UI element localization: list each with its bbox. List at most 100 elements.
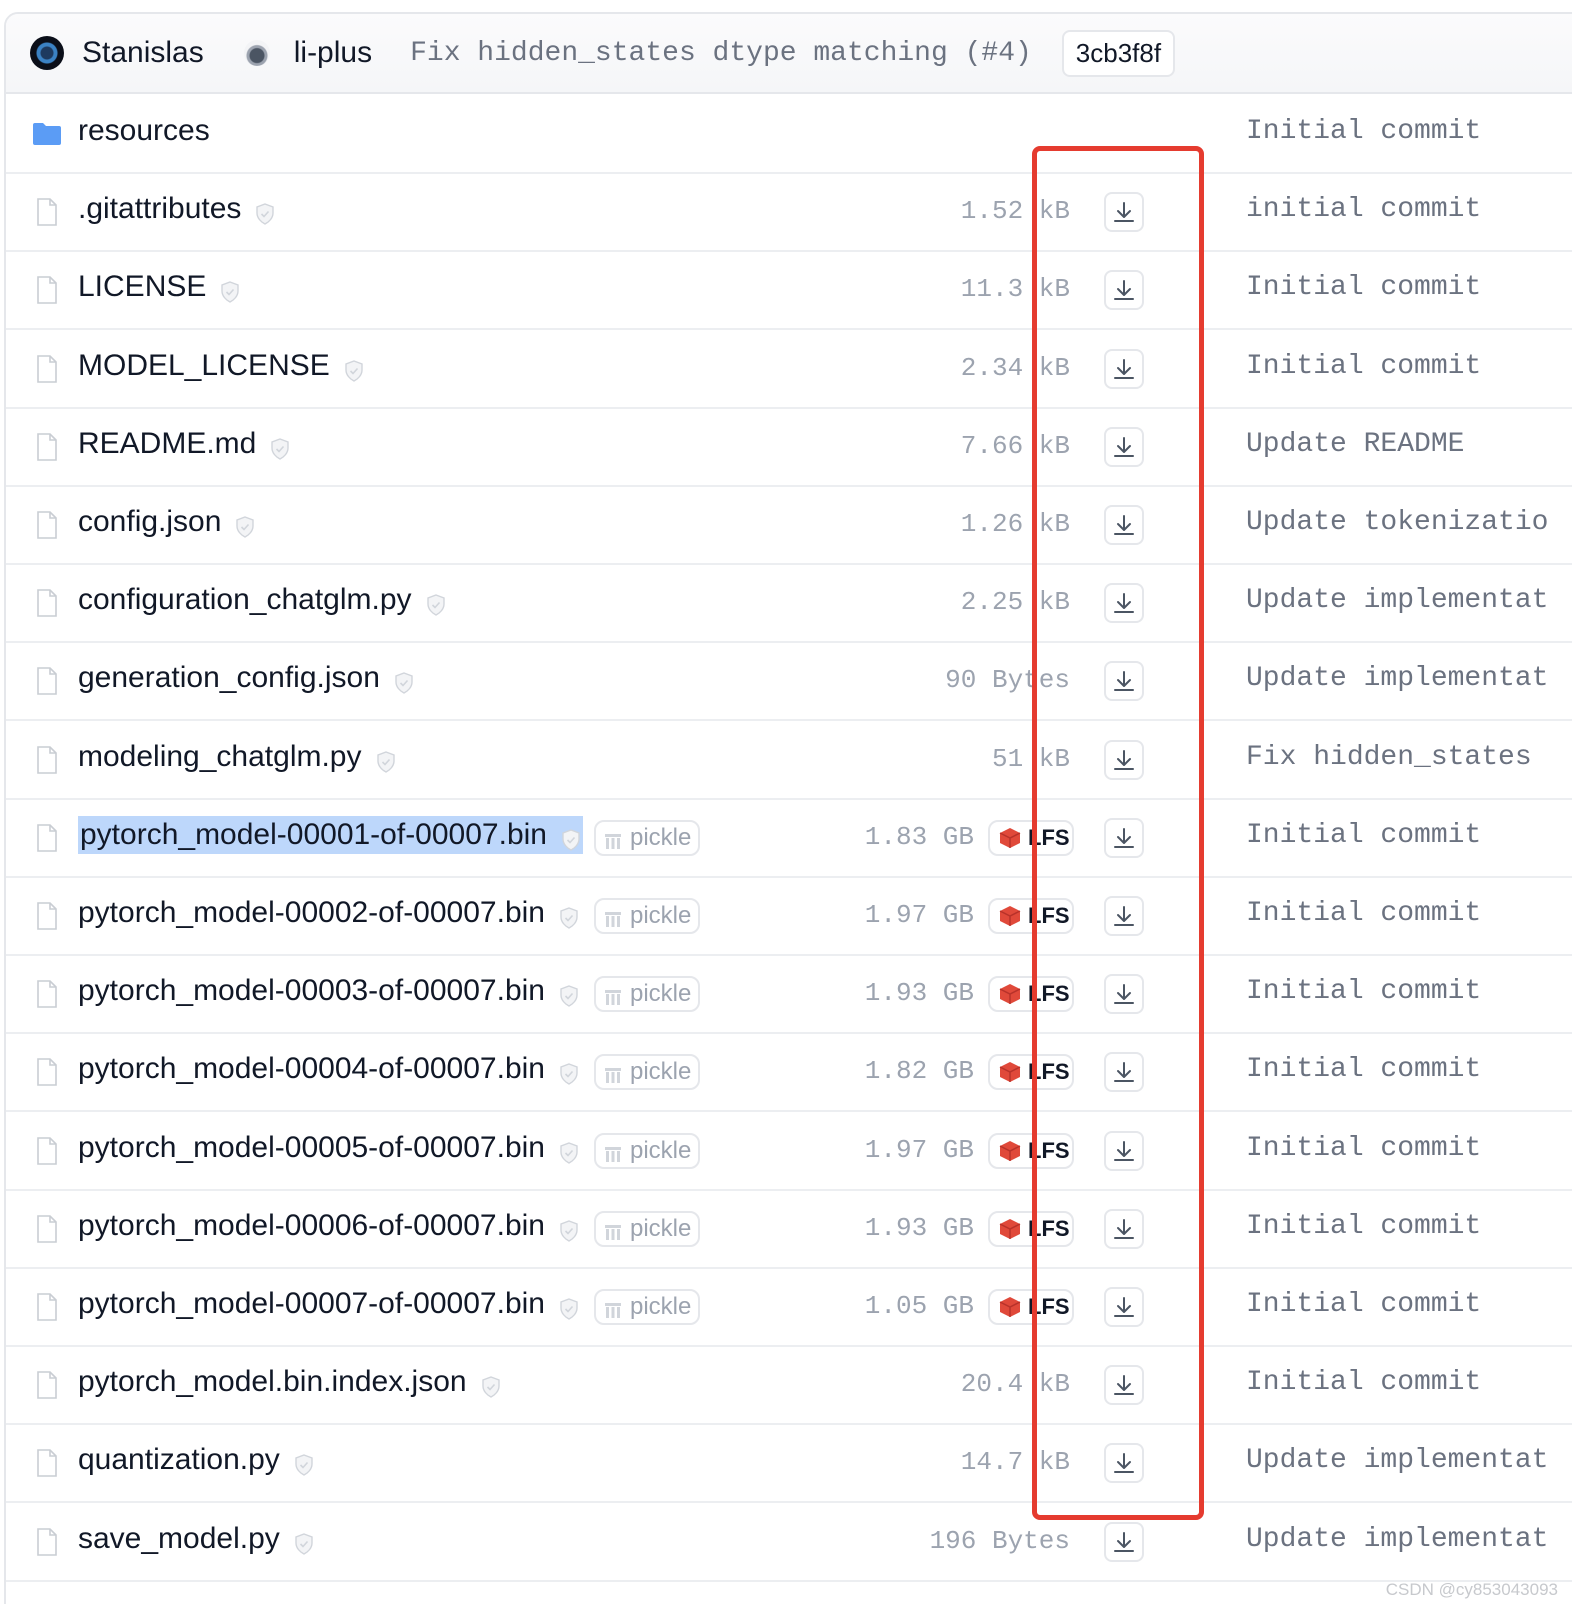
file-row[interactable]: pytorch_model-00002-of-00007.bin pickle 1.… — [6, 878, 1572, 956]
download-button[interactable] — [1104, 1208, 1144, 1249]
pickle-badge[interactable]: pickle — [594, 1289, 700, 1325]
file-row[interactable]: pytorch_model-00005-of-00007.bin pickle 1.… — [6, 1113, 1572, 1191]
last-commit-message-link[interactable]: Initial commit — [1246, 351, 1481, 382]
file-row[interactable]: README.md 7.66 kB Update README — [6, 409, 1572, 487]
last-commit-message-link[interactable]: Initial commit — [1246, 898, 1481, 929]
file-name-link[interactable]: quantization.py — [78, 1443, 314, 1477]
file-row[interactable]: save_model.py 196 Bytes Update implementat — [6, 1504, 1572, 1582]
file-name-link[interactable]: pytorch_model-00006-of-00007.bin — [78, 1209, 579, 1243]
lfs-badge[interactable]: LFS — [988, 976, 1074, 1013]
download-button[interactable] — [1104, 1052, 1144, 1093]
last-commit-message-link[interactable]: Initial commit — [1246, 1211, 1481, 1242]
last-commit-message-link[interactable]: Initial commit — [1246, 1133, 1481, 1164]
shield-check-icon[interactable] — [394, 668, 414, 695]
file-name-link[interactable]: modeling_chatglm.py — [78, 740, 396, 774]
folder-row[interactable]: resources Initial commit — [6, 96, 1572, 174]
download-button[interactable] — [1104, 817, 1144, 858]
last-commit-message-link[interactable]: Initial commit — [1246, 116, 1481, 147]
file-name-link[interactable]: pytorch_model-00003-of-00007.bin — [78, 974, 579, 1008]
file-row[interactable]: config.json 1.26 kB Update tokenizatio — [6, 487, 1572, 565]
pickle-badge[interactable]: pickle — [594, 898, 700, 934]
file-name-link[interactable]: pytorch_model.bin.index.json — [78, 1365, 501, 1399]
last-commit-message-link[interactable]: Initial commit — [1246, 1367, 1481, 1398]
file-row[interactable]: quantization.py 14.7 kB Update implementat — [6, 1425, 1572, 1504]
download-button[interactable] — [1104, 1130, 1144, 1171]
download-button[interactable] — [1104, 348, 1144, 389]
file-row[interactable]: pytorch_model-00001-of-00007.bin pickle 1.… — [6, 800, 1572, 878]
lfs-badge[interactable]: LFS — [988, 1210, 1074, 1247]
last-commit-message-link[interactable]: initial commit — [1246, 194, 1481, 225]
last-commit-message-link[interactable]: Fix hidden_states — [1246, 742, 1532, 773]
file-name-link[interactable]: MODEL_LICENSE — [78, 349, 364, 383]
pickle-badge[interactable]: pickle — [594, 1132, 700, 1169]
last-commit-message-link[interactable]: Update implementat — [1246, 1445, 1548, 1476]
shield-check-icon[interactable] — [235, 512, 255, 538]
file-row[interactable]: modeling_chatglm.py 51 kB Fix hidden_state… — [6, 722, 1572, 800]
shield-check-icon[interactable] — [426, 590, 446, 617]
file-name-link[interactable]: save_model.py — [78, 1522, 314, 1556]
shield-check-icon[interactable] — [481, 1372, 501, 1399]
shield-check-icon[interactable] — [559, 1138, 579, 1164]
download-button[interactable] — [1104, 739, 1144, 780]
download-button[interactable] — [1104, 583, 1144, 624]
download-button[interactable] — [1104, 1443, 1144, 1484]
shield-check-icon[interactable] — [561, 825, 581, 851]
download-button[interactable] — [1104, 896, 1144, 936]
pickle-badge[interactable]: pickle — [594, 1054, 700, 1091]
file-name-link[interactable]: LICENSE — [78, 270, 240, 304]
file-name-link[interactable]: pytorch_model-00004-of-00007.bin — [78, 1052, 579, 1086]
lfs-badge[interactable]: LFS — [988, 1132, 1074, 1169]
shield-check-icon[interactable] — [559, 1059, 579, 1086]
shield-check-icon[interactable] — [559, 903, 579, 929]
file-row[interactable]: pytorch_model.bin.index.json 20.4 kB Initi… — [6, 1347, 1572, 1426]
last-commit-message-link[interactable]: Initial commit — [1246, 1054, 1481, 1085]
download-button[interactable] — [1104, 974, 1144, 1015]
file-row[interactable]: MODEL_LICENSE 2.34 kB Initial commit — [6, 331, 1572, 409]
shield-check-icon[interactable] — [559, 1216, 579, 1242]
download-button[interactable] — [1104, 1521, 1144, 1562]
file-name-link[interactable]: README.md — [78, 427, 290, 461]
shield-check-icon[interactable] — [559, 981, 579, 1008]
lfs-badge[interactable]: LFS — [988, 819, 1074, 856]
shield-check-icon[interactable] — [344, 356, 364, 382]
shield-check-icon[interactable] — [270, 434, 290, 460]
download-button[interactable] — [1104, 661, 1144, 702]
download-button[interactable] — [1104, 1365, 1144, 1406]
shield-check-icon[interactable] — [294, 1529, 314, 1555]
author-avatar[interactable] — [30, 36, 64, 70]
last-commit-message-link[interactable]: Update implementat — [1246, 1524, 1548, 1555]
pickle-badge[interactable]: pickle — [594, 819, 700, 856]
last-commit-message-link[interactable]: Update implementat — [1246, 585, 1548, 616]
file-name-link[interactable]: .gitattributes — [78, 192, 275, 226]
file-name-link[interactable]: pytorch_model-00007-of-00007.bin — [78, 1287, 579, 1321]
pickle-badge[interactable]: pickle — [594, 976, 700, 1013]
file-row[interactable]: LICENSE 11.3 kB Initial commit — [6, 252, 1572, 331]
file-name-link[interactable]: configuration_chatglm.py — [78, 583, 446, 617]
download-button[interactable] — [1104, 426, 1144, 467]
author-name[interactable]: Stanislas — [82, 36, 204, 70]
lfs-badge[interactable]: LFS — [988, 1289, 1074, 1325]
file-name-link[interactable]: config.json — [78, 505, 255, 539]
file-name-link[interactable]: generation_config.json — [78, 661, 414, 695]
last-commit-message-link[interactable]: Initial commit — [1246, 976, 1481, 1007]
last-commit-message-link[interactable]: Initial commit — [1246, 272, 1481, 303]
file-name-link[interactable]: pytorch_model-00001-of-00007.bin — [78, 815, 583, 854]
file-row[interactable]: pytorch_model-00003-of-00007.bin pickle 1.… — [6, 956, 1572, 1035]
shield-check-icon[interactable] — [220, 277, 240, 304]
file-row[interactable]: pytorch_model-00004-of-00007.bin pickle 1.… — [6, 1034, 1572, 1113]
file-row[interactable]: pytorch_model-00007-of-00007.bin pickle 1.… — [6, 1269, 1572, 1347]
file-name-link[interactable]: pytorch_model-00002-of-00007.bin — [78, 896, 579, 930]
coauthor-avatar[interactable] — [243, 40, 270, 66]
file-row[interactable]: .gitattributes 1.52 kB initial commit — [6, 174, 1572, 253]
commit-sha-badge[interactable]: 3cb3f8f — [1061, 29, 1176, 77]
download-button[interactable] — [1104, 192, 1144, 233]
last-commit-message-link[interactable]: Update README — [1246, 429, 1464, 460]
file-row[interactable]: configuration_chatglm.py 2.25 kB Update im… — [6, 565, 1572, 644]
lfs-badge[interactable]: LFS — [988, 1054, 1074, 1091]
file-row[interactable]: pytorch_model-00006-of-00007.bin pickle 1.… — [6, 1191, 1572, 1269]
commit-message[interactable]: Fix hidden_states dtype matching (#4) — [410, 38, 1032, 69]
lfs-badge[interactable]: LFS — [988, 898, 1074, 934]
shield-check-icon[interactable] — [559, 1294, 579, 1320]
download-button[interactable] — [1104, 270, 1144, 311]
shield-check-icon[interactable] — [294, 1450, 314, 1477]
